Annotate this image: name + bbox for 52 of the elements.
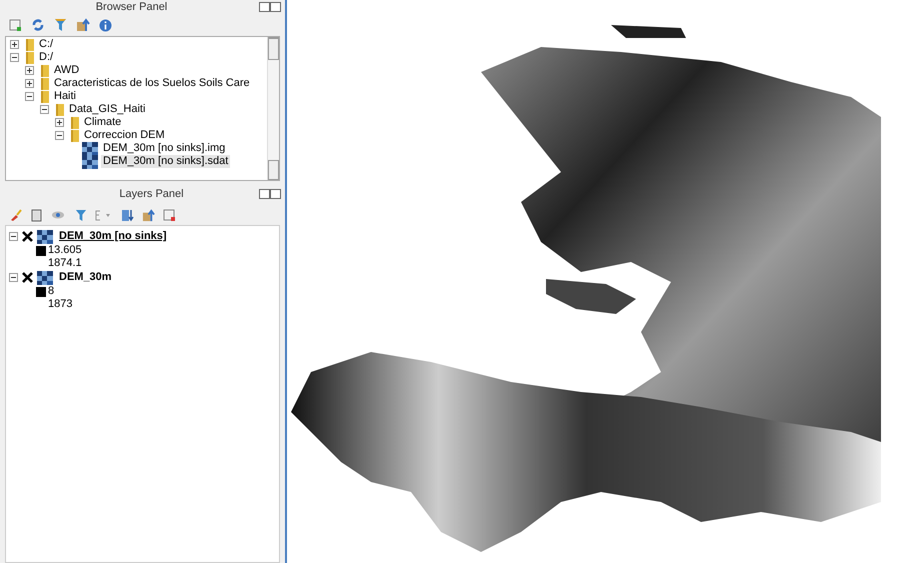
tree-item[interactable]: Correccion DEM bbox=[82, 129, 167, 142]
expand-toggle[interactable] bbox=[10, 53, 19, 62]
remove-icon[interactable] bbox=[163, 208, 176, 222]
tree-item[interactable]: Data_GIS_Haiti bbox=[67, 103, 148, 116]
panel-title: Browser Panel bbox=[96, 2, 168, 12]
tree-item[interactable]: D:/ bbox=[37, 51, 56, 64]
brush-icon[interactable] bbox=[9, 208, 22, 222]
scrollbar[interactable] bbox=[267, 37, 279, 180]
tree-item[interactable]: Caracteristicas de los Suelos Soils Care bbox=[52, 77, 252, 90]
refresh-icon[interactable] bbox=[31, 18, 45, 32]
raster-icon bbox=[37, 270, 53, 284]
tree-item[interactable]: Haiti bbox=[52, 90, 78, 103]
tree-item[interactable]: Climate bbox=[82, 116, 124, 129]
legend-value: 1873 bbox=[48, 297, 72, 312]
expand-toggle[interactable] bbox=[55, 131, 64, 140]
tree-item[interactable]: DEM_30m [no sinks].img bbox=[101, 142, 228, 155]
layer-checkbox[interactable] bbox=[22, 231, 33, 242]
tree-item[interactable]: C:/ bbox=[37, 38, 56, 51]
expand-toggle[interactable] bbox=[40, 105, 49, 114]
tree-item[interactable]: DEM_30m [no sinks].sdat bbox=[101, 155, 230, 168]
clipboard-icon[interactable] bbox=[30, 208, 43, 222]
layer-name[interactable]: DEM_30m bbox=[59, 269, 112, 286]
expand-toggle[interactable] bbox=[25, 92, 34, 101]
folder-icon bbox=[56, 104, 64, 116]
legend-value: 1874.1 bbox=[48, 256, 82, 272]
float-button[interactable] bbox=[259, 189, 270, 199]
tree-item[interactable]: AWD bbox=[52, 64, 82, 77]
expand-toggle[interactable] bbox=[10, 40, 19, 49]
collapse-icon[interactable] bbox=[76, 18, 90, 32]
panel-title: Layers Panel bbox=[118, 186, 184, 202]
raster-icon bbox=[37, 230, 53, 244]
layer-checkbox[interactable] bbox=[22, 272, 33, 283]
filter-icon[interactable] bbox=[54, 18, 67, 32]
legend-swatch bbox=[36, 246, 46, 256]
legend-value: 13.605 bbox=[48, 243, 82, 258]
add-icon[interactable] bbox=[9, 18, 22, 32]
expand-icon[interactable] bbox=[121, 208, 134, 222]
legend-value: 8 bbox=[48, 284, 54, 299]
expand-toggle[interactable] bbox=[25, 79, 34, 88]
collapse-icon[interactable] bbox=[142, 208, 155, 222]
legend-swatch bbox=[36, 286, 46, 296]
expand-toggle[interactable] bbox=[25, 66, 34, 75]
info-icon[interactable] bbox=[99, 18, 112, 32]
layer-name[interactable]: DEM_30m [no sinks] bbox=[59, 228, 167, 245]
raster-icon bbox=[82, 154, 98, 168]
filter-icon[interactable] bbox=[75, 208, 87, 222]
float-button[interactable] bbox=[258, 2, 270, 12]
raster-icon bbox=[82, 142, 98, 156]
expand-toggle[interactable] bbox=[9, 273, 18, 282]
eye-icon[interactable] bbox=[51, 208, 67, 222]
expand-toggle[interactable] bbox=[55, 118, 64, 127]
expand-toggle[interactable] bbox=[9, 232, 18, 241]
